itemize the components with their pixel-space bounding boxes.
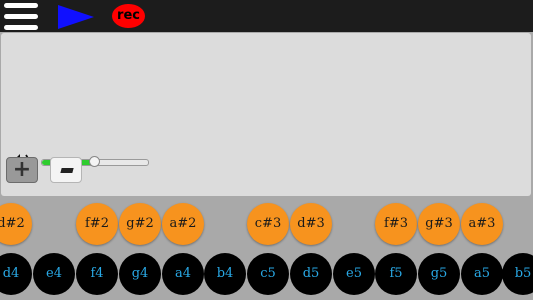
remove-button[interactable] [50,157,82,183]
record-button[interactable]: rec [112,4,145,28]
minus-icon [60,168,74,173]
natural-key[interactable]: c5 [247,253,289,295]
natural-key[interactable]: b4 [204,253,246,295]
sharp-key[interactable]: g#3 [418,203,460,245]
add-button[interactable]: + [6,157,38,183]
sharp-key[interactable]: f#3 [375,203,417,245]
natural-key[interactable]: d5 [290,253,332,295]
sharp-key[interactable]: d#3 [290,203,332,245]
natural-key[interactable]: a5 [461,253,503,295]
menu-icon[interactable] [4,3,38,31]
control-panel: + [1,33,531,196]
natural-key[interactable]: g4 [119,253,161,295]
sharp-key[interactable]: a#3 [461,203,503,245]
natural-key[interactable]: d4 [0,253,32,295]
volume-slider-handle[interactable] [88,156,100,167]
natural-key[interactable]: g5 [418,253,460,295]
natural-key[interactable]: e4 [33,253,75,295]
play-icon[interactable] [58,5,94,33]
natural-key[interactable]: f4 [76,253,118,295]
sharp-key[interactable]: c#3 [247,203,289,245]
natural-key[interactable]: e5 [333,253,375,295]
natural-key[interactable]: f5 [375,253,417,295]
sharp-key[interactable]: g#2 [119,203,161,245]
sharp-key[interactable]: f#2 [76,203,118,245]
top-toolbar: rec [0,0,533,32]
sharp-key[interactable]: a#2 [162,203,204,245]
natural-key[interactable]: b5 [502,253,533,295]
natural-key[interactable]: a4 [162,253,204,295]
sharp-key[interactable]: d#2 [0,203,32,245]
